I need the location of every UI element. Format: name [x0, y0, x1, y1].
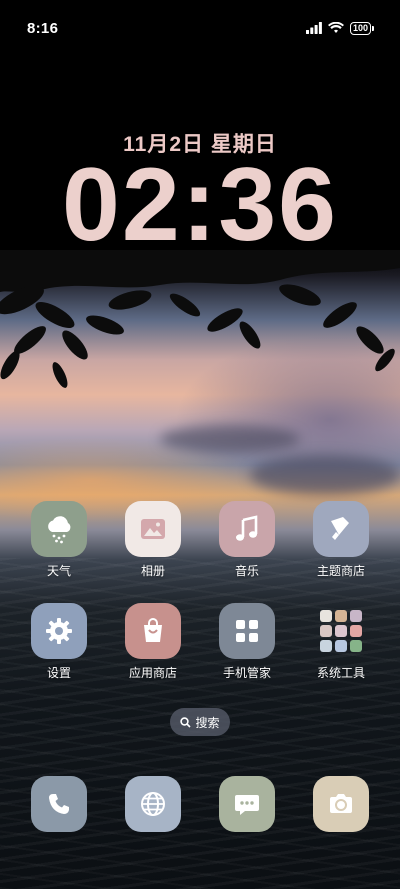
- app-label-phone-manager: 手机管家: [222, 666, 271, 680]
- gear-icon: [31, 603, 87, 659]
- camera-icon: [330, 794, 352, 813]
- cloud: [250, 455, 400, 495]
- app-label-weather: 天气: [46, 564, 71, 578]
- app-settings[interactable]: 设置: [14, 603, 104, 681]
- status-time: 8:16: [27, 19, 59, 37]
- search-label: 搜索: [195, 715, 220, 730]
- wifi-icon: [327, 22, 344, 33]
- battery-icon: 100: [349, 21, 374, 35]
- gallery-icon: [125, 501, 181, 557]
- browser-icon: [141, 792, 165, 816]
- status-icons: 100: [305, 21, 374, 35]
- tree-leaves-silhouette: [0, 250, 400, 388]
- folder-icon: [313, 603, 369, 659]
- app-label-settings: 设置: [46, 666, 71, 680]
- theme-brush-icon: [313, 501, 369, 557]
- signal-icon: [305, 22, 322, 34]
- app-phone-manager[interactable]: 手机管家: [202, 603, 292, 681]
- phone-icon: [49, 794, 69, 814]
- app-label-gallery: 相册: [140, 564, 165, 578]
- app-weather[interactable]: 天气: [14, 501, 104, 579]
- app-music[interactable]: 音乐: [202, 501, 292, 579]
- app-label-music: 音乐: [234, 564, 259, 578]
- battery-level: 100: [349, 21, 371, 35]
- dock-browser[interactable]: [125, 776, 181, 832]
- app-label-theme-store: 主题商店: [316, 564, 365, 578]
- dock-camera[interactable]: [313, 776, 369, 832]
- app-gallery[interactable]: 相册: [108, 501, 198, 579]
- app-label-app-store: 应用商店: [128, 666, 177, 680]
- grid-icon: [219, 603, 275, 659]
- cloud: [160, 425, 300, 453]
- music-icon: [219, 501, 275, 557]
- app-folder-system-tools[interactable]: 系统工具: [296, 603, 386, 681]
- messages-icon: [235, 795, 259, 815]
- search-button[interactable]: 搜索: [170, 708, 230, 736]
- weather-icon: [31, 501, 87, 557]
- status-bar: 8:16 100: [0, 0, 400, 56]
- search-icon: [180, 716, 192, 728]
- app-theme-store[interactable]: 主题商店: [296, 501, 386, 579]
- shopping-bag-icon: [125, 603, 181, 659]
- clock-widget[interactable]: 02:36: [0, 150, 400, 260]
- app-app-store[interactable]: 应用商店: [108, 603, 198, 681]
- dock-messages[interactable]: [219, 776, 275, 832]
- dock-phone[interactable]: [31, 776, 87, 832]
- app-label-system-tools: 系统工具: [316, 666, 365, 680]
